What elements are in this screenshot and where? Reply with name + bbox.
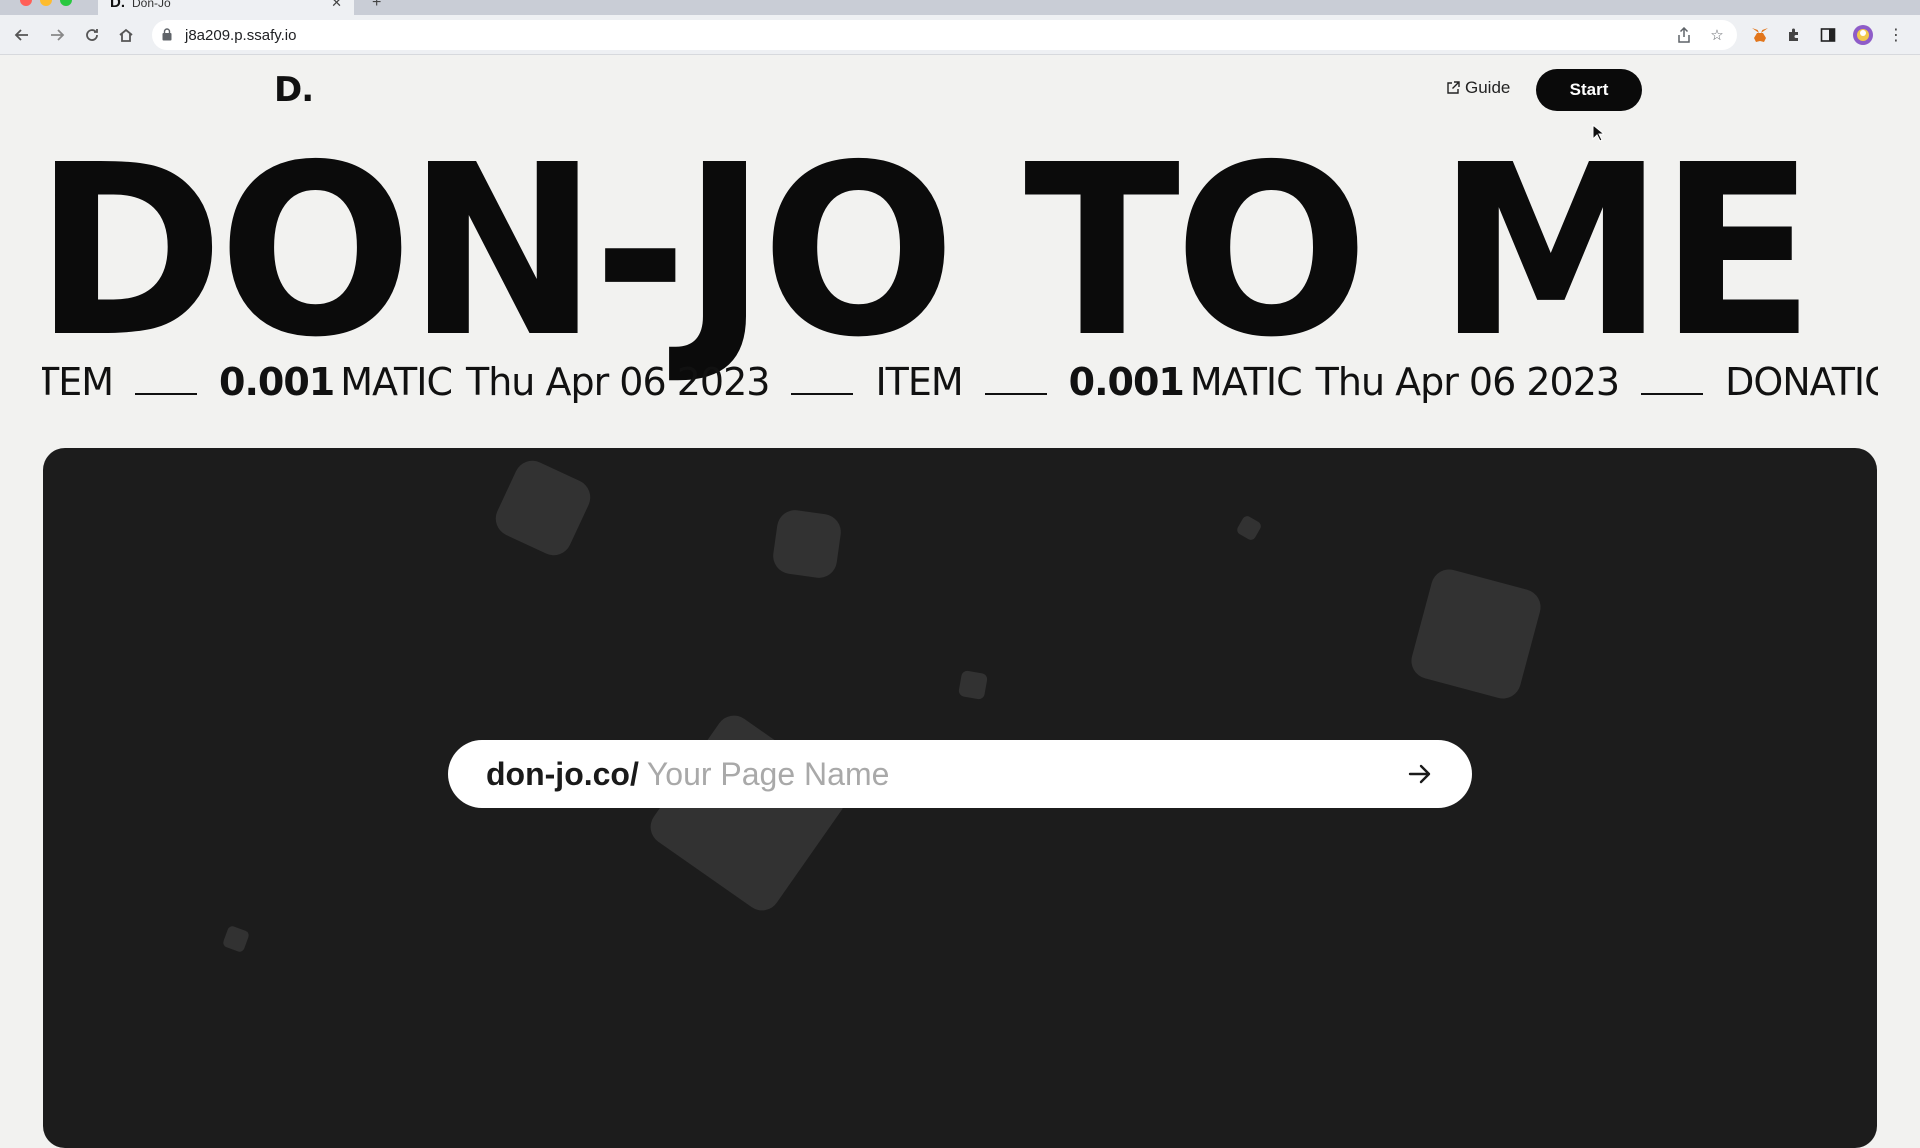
browser-tab[interactable]: D. Don-Jo ✕ xyxy=(98,0,354,15)
share-icon[interactable] xyxy=(1674,25,1694,45)
ticker-amount: 0.001 xyxy=(219,360,335,404)
minimize-window-button[interactable] xyxy=(40,0,52,6)
decorative-shape xyxy=(1407,565,1545,703)
hero-card: don-jo.co/ xyxy=(43,448,1877,1148)
guide-label: Guide xyxy=(1465,78,1511,97)
sidepanel-icon[interactable] xyxy=(1816,23,1840,47)
ticker-label: DONATION xyxy=(1725,360,1878,404)
ticker-divider xyxy=(1641,393,1704,395)
window-controls xyxy=(20,0,72,6)
url-prefix: don-jo.co/ xyxy=(486,755,639,792)
menu-icon[interactable]: ⋮ xyxy=(1884,23,1908,47)
close-window-button[interactable] xyxy=(20,0,32,6)
decorative-shape xyxy=(489,454,597,562)
decorative-shape xyxy=(221,924,251,954)
ticker-amount: 0.001 xyxy=(1068,360,1185,404)
ticker-divider xyxy=(791,393,854,395)
ticker-divider xyxy=(135,393,198,395)
tab-title: Don-Jo xyxy=(132,0,171,10)
url-text[interactable]: j8a209.p.ssafy.io xyxy=(185,27,296,44)
ticker-unit: MATIC xyxy=(1189,360,1303,404)
new-tab-icon[interactable]: + xyxy=(372,0,381,12)
back-icon[interactable] xyxy=(10,23,34,47)
ticker-label: TEM xyxy=(42,360,114,404)
decorative-shape xyxy=(770,507,844,581)
decorative-shape xyxy=(1235,514,1263,542)
browser-tabstrip: D. Don-Jo ✕ + xyxy=(0,0,1920,15)
star-icon[interactable]: ☆ xyxy=(1707,25,1727,45)
metamask-icon[interactable] xyxy=(1748,23,1772,47)
hero-title: DON-JO TO ME xyxy=(34,114,1815,389)
lock-icon[interactable] xyxy=(162,28,172,41)
tab-favicon: D. xyxy=(110,0,125,11)
ticker-label: ITEM xyxy=(875,360,963,404)
page-name-form: don-jo.co/ xyxy=(448,740,1472,808)
ticker-unit: MATIC xyxy=(340,360,453,404)
page-name-input[interactable] xyxy=(646,755,1347,793)
external-link-icon xyxy=(1447,81,1460,94)
logo[interactable]: D. xyxy=(274,70,314,110)
ticker-date: Thu Apr 06 2023 xyxy=(466,360,770,404)
ticker-divider xyxy=(984,393,1047,395)
decorative-shape xyxy=(957,669,989,701)
browser-toolbar: j8a209.p.ssafy.io ☆ ⋮ xyxy=(0,15,1920,55)
ticker-date: Thu Apr 06 2023 xyxy=(1315,360,1620,404)
start-button[interactable]: Start xyxy=(1536,69,1642,111)
forward-icon[interactable] xyxy=(45,23,69,47)
profile-avatar[interactable] xyxy=(1851,23,1875,47)
puzzle-icon[interactable] xyxy=(1782,23,1806,47)
submit-arrow-icon[interactable] xyxy=(1406,760,1434,788)
maximize-window-button[interactable] xyxy=(60,0,72,6)
page: D. Guide Start DON-JO TO ME TEM 0.001 MA… xyxy=(0,56,1920,1148)
tab-close-icon[interactable]: ✕ xyxy=(331,0,342,11)
donation-ticker: TEM 0.001 MATIC Thu Apr 06 2023 ITEM 0.0… xyxy=(42,360,1878,410)
guide-link[interactable]: Guide xyxy=(1446,78,1510,98)
reload-icon[interactable] xyxy=(80,23,104,47)
home-icon[interactable] xyxy=(114,23,138,47)
address-bar[interactable]: j8a209.p.ssafy.io ☆ xyxy=(152,20,1737,50)
